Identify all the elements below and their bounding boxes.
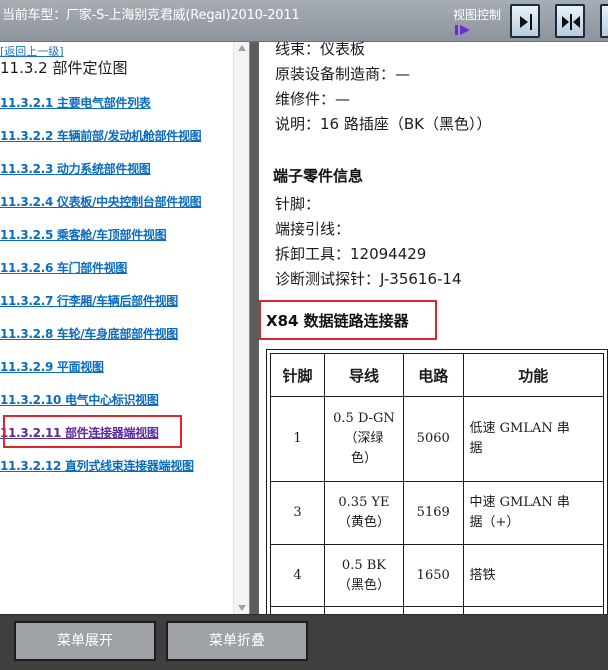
vehicle-label: 当前车型：厂家-S-上海别克君威(Regal)2010-2011: [2, 8, 300, 23]
terminal-lead-line: 端接引线：: [275, 220, 351, 238]
wire-size-color: 0.5 BK: [341, 557, 386, 573]
top-bar: 当前车型：厂家-S-上海别克君威(Regal)2010-2011 视图控制: [0, 0, 608, 42]
view-split-button[interactable]: [555, 4, 585, 38]
nav-item-main-electrical-parts[interactable]: 11.3.2.1 主要电气部件列表: [0, 94, 151, 111]
function-cell: 低速 GMLAN 串 据: [462, 396, 605, 482]
removal-tool-line: 拆卸工具：12094429: [275, 245, 427, 263]
bottom-bar: 菜单展开 菜单折叠: [0, 614, 608, 670]
table-row: 4 0.5 BK （黑色） 1650 搭铁: [269, 544, 605, 607]
scroll-down-icon[interactable]: [238, 605, 246, 611]
wire-color-name-cont: 色）: [350, 451, 377, 466]
circuit-cell: [402, 606, 464, 614]
table-row: [269, 606, 605, 614]
table-row: 3 0.35 YE （黄色） 5169 中速 GMLAN 串 据（+）: [269, 481, 605, 545]
nav-item-instrument-panel[interactable]: 11.3.2.4 仪表板/中央控制台部件视图: [0, 193, 202, 210]
collapse-right-icon: [520, 14, 532, 30]
function-text-cont: 据: [469, 441, 483, 456]
wire-size-color: 0.5 D-GN: [333, 411, 395, 426]
function-text-cont: 据（+）: [469, 515, 520, 530]
nav-item-passenger-roof[interactable]: 11.3.2.5 乘客舱/车顶部件视图: [0, 226, 167, 243]
nav-item-powertrain[interactable]: 11.3.2.3 动力系统部件视图: [0, 160, 151, 177]
nav-item-trunk-rear[interactable]: 11.3.2.7 行李厢/车辆后部件视图: [0, 292, 178, 309]
view-right-panel-button[interactable]: [600, 4, 608, 38]
pin-cell: [269, 606, 326, 614]
wire-size-color: 0.35 YE: [338, 495, 390, 510]
split-view-icon: [562, 14, 580, 30]
col-header-circuit: 电路: [402, 353, 464, 397]
wire-cell: 0.35 YE （黄色）: [324, 481, 404, 545]
sidebar-scrollbar[interactable]: [233, 42, 249, 614]
nav-item-inline-harness-connector[interactable]: 11.3.2.12 直列式线束连接器端视图: [0, 457, 194, 474]
pin-cell: 3: [269, 481, 326, 545]
circuit-cell: 5060: [402, 396, 464, 482]
pinout-table-viewport: 针脚 导线 电路 功能 1 0.5 D-GN （深绿 色） 5060 低速 GM…: [266, 349, 608, 614]
panel-splitter[interactable]: [251, 42, 259, 614]
collapse-menu-button[interactable]: 菜单折叠: [166, 621, 308, 661]
active-item-highlight: [3, 415, 182, 448]
view-left-panel-button[interactable]: [510, 4, 540, 38]
wire-color-name: （深绿: [344, 431, 384, 446]
section-title: 11.3.2 部件定位图: [0, 59, 128, 77]
nav-item-front-engine-bay[interactable]: 11.3.2.2 车辆前部/发动机舱部件视图: [0, 127, 202, 144]
wire-cell: 0.5 BK （黑色）: [324, 544, 404, 607]
scroll-up-icon[interactable]: [238, 45, 246, 51]
description-line: 说明：16 路插座（BK（黑色））: [275, 115, 492, 133]
expand-menu-button[interactable]: 菜单展开: [14, 621, 156, 661]
pinout-table-frame: 针脚 导线 电路 功能 1 0.5 D-GN （深绿 色） 5060 低速 GM…: [266, 349, 608, 614]
function-cell: [462, 606, 605, 614]
col-header-pin: 针脚: [269, 353, 326, 397]
wire-cell: 0.5 D-GN （深绿 色）: [324, 396, 404, 482]
terminal-pin-line: 针脚：: [275, 195, 321, 213]
wire-cell: [324, 606, 404, 614]
nav-item-wheels-underbody[interactable]: 11.3.2.8 车轮/车身底部部件视图: [0, 325, 178, 342]
navigation-panel: [返回上一级] 11.3.2 部件定位图 11.3.2.1 主要电气部件列表 1…: [0, 42, 250, 614]
pinout-table: 针脚 导线 电路 功能 1 0.5 D-GN （深绿 色） 5060 低速 GM…: [269, 353, 605, 614]
wire-color-name: （黄色）: [337, 515, 390, 530]
function-cell: 搭铁: [462, 544, 605, 607]
col-header-function: 功能: [462, 353, 605, 397]
test-probe-line: 诊断测试探针：J-35616-14: [275, 270, 462, 288]
circuit-cell: 1650: [402, 544, 464, 607]
function-text: 低速 GMLAN 串: [469, 421, 570, 436]
nav-item-plan-view[interactable]: 11.3.2.9 平面视图: [0, 358, 104, 375]
table-row: 1 0.5 D-GN （深绿 色） 5060 低速 GMLAN 串 据: [269, 396, 605, 482]
view-control-label: 视图控制: [453, 8, 502, 22]
col-header-wire: 导线: [324, 353, 404, 397]
pin-cell: 4: [269, 544, 326, 607]
nav-item-doors[interactable]: 11.3.2.6 车门部件视图: [0, 259, 127, 276]
content-panel: 线束：仪表板 原装设备制造商：— 维修件：— 说明：16 路插座（BK（黑色））…: [259, 42, 608, 614]
circuit-cell: 5169: [402, 481, 464, 545]
nav-item-electrical-center[interactable]: 11.3.2.10 电气中心标识视图: [0, 391, 159, 408]
function-cell: 中速 GMLAN 串 据（+）: [462, 481, 605, 545]
brand-logo-icon: [455, 25, 470, 35]
service-part-line: 维修件：—: [275, 90, 351, 108]
pin-cell: 1: [269, 396, 326, 482]
connector-title: X84 数据链路连接器: [266, 312, 409, 330]
function-text: 中速 GMLAN 串: [469, 495, 570, 510]
table-header-row: 针脚 导线 电路 功能: [269, 353, 605, 397]
wire-color-name: （黑色）: [337, 577, 390, 593]
harness-line: 线束：仪表板: [275, 42, 366, 58]
oem-line: 原装设备制造商：—: [275, 65, 411, 83]
terminal-parts-heading: 端子零件信息: [273, 167, 364, 185]
